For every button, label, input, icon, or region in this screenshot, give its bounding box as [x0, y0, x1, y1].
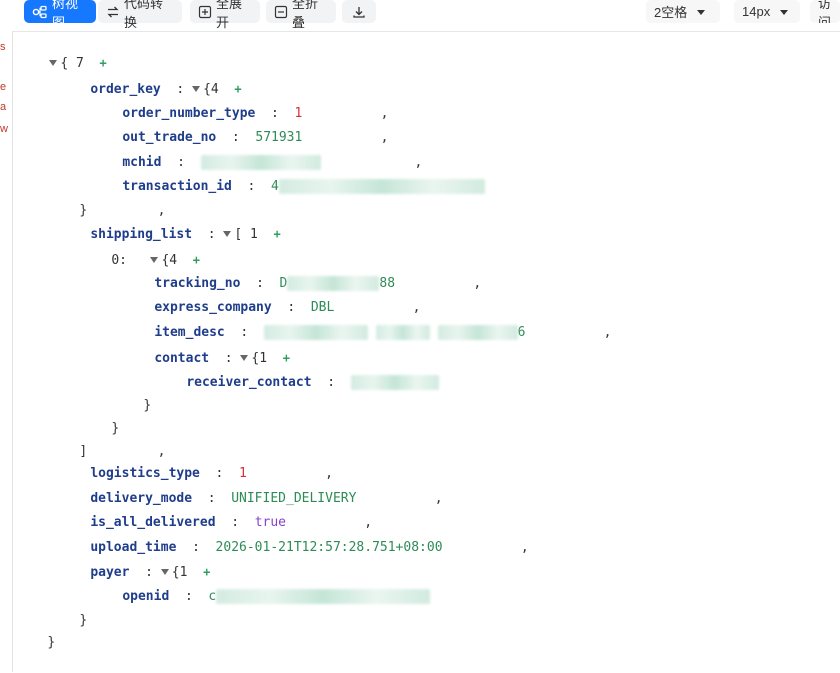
tree-row-close-item: }	[80, 399, 119, 436]
redacted-value	[350, 375, 439, 390]
redacted-value	[278, 179, 485, 194]
visit-button[interactable]: 访问	[810, 0, 840, 23]
tree-row-mchid: mchid : ,	[91, 133, 422, 170]
tree-row-item-desc: item_desc : 6 ,	[123, 303, 612, 340]
json-tree: { 7 + order_key : {4 + order_number_type…	[0, 31, 840, 672]
code-convert-label: 代码转换	[124, 0, 164, 30]
tree-row-order-number-type: order_number_type : 1 ,	[91, 84, 388, 121]
code-convert-button[interactable]: 代码转换	[98, 0, 182, 30]
colon: :	[327, 375, 336, 390]
json-key[interactable]: openid	[122, 589, 169, 604]
collapse-all-label: 全折叠	[292, 0, 319, 30]
tree-row-close-contact: }	[112, 376, 151, 413]
redacted-value	[437, 325, 518, 340]
toolbar: 树视图 代码转换 全展开 全折叠 2空格 14px 访问	[0, 0, 840, 32]
tree-row-close-root: }	[16, 613, 55, 650]
font-size-value: 14px	[742, 4, 771, 19]
tree-row-root: { 7 +	[18, 33, 107, 71]
expand-all-button[interactable]: 全展开	[190, 0, 260, 30]
tree-row-transaction-id: transaction_id : 4	[91, 157, 485, 194]
download-button[interactable]	[342, 0, 376, 23]
collapse-caret-icon[interactable]	[49, 59, 58, 66]
tree-icon	[32, 5, 48, 19]
redacted-value	[375, 325, 430, 340]
tree-row-index-0: 0: {4 +	[80, 230, 200, 268]
tree-row-delivery-mode: delivery_mode : UNIFIED_DELIVERY ,	[59, 469, 442, 506]
chevron-down-icon	[697, 4, 706, 19]
redacted-value	[216, 589, 431, 604]
tree-row-order-key: order_key : {4 +	[59, 59, 241, 97]
json-value-string[interactable]: c	[208, 589, 216, 604]
tree-view-label: 树视图	[52, 0, 79, 30]
comma: ,	[434, 491, 443, 506]
comma: ,	[603, 325, 612, 340]
indent-value: 2空格	[654, 5, 688, 20]
tree-row-logistics-type: logistics_type : 1 ,	[59, 444, 333, 481]
swap-icon	[106, 5, 120, 19]
download-icon	[352, 5, 366, 19]
tree-row-shipping-list: shipping_list : [ 1 +	[59, 204, 280, 242]
tree-row-express-company: express_company : DBL ,	[123, 278, 420, 315]
tree-row-tracking-no: tracking_no : D 88 ,	[123, 254, 481, 291]
colon: :	[184, 589, 193, 604]
collapse-all-button[interactable]: 全折叠	[266, 0, 336, 30]
visit-label: 访问	[818, 0, 832, 23]
tree-row-close-shipping-list: ] ,	[48, 422, 165, 459]
chevron-down-icon	[780, 4, 789, 19]
tree-row-close-payer: }	[48, 591, 87, 628]
tree-row-is-all-delivered: is_all_delivered : true ,	[59, 493, 372, 530]
tree-view-button[interactable]: 树视图	[24, 0, 96, 30]
close-brace: }	[47, 635, 56, 650]
colon: :	[207, 227, 216, 242]
collapse-square-icon	[274, 5, 288, 19]
close-brace: }	[143, 398, 152, 413]
close-brace: }	[79, 613, 88, 628]
item-count: 1	[250, 227, 258, 242]
expand-all-label: 全展开	[216, 0, 243, 30]
json-value-string[interactable]: 2026-01-21T12:57:28.751+08:00	[216, 540, 443, 555]
font-size-select[interactable]: 14px	[734, 0, 800, 23]
tree-row-contact: contact : {1 +	[123, 328, 290, 366]
json-value-string[interactable]: 4	[271, 179, 279, 194]
tree-row-payer: payer : {1 +	[59, 542, 210, 580]
tree-row-close-order-key: } ,	[48, 181, 165, 218]
json-key[interactable]: receiver_contact	[186, 375, 311, 390]
collapse-caret-icon[interactable]	[223, 230, 232, 237]
tree-row-out-trade-no: out_trade_no : 571931 ,	[91, 108, 388, 145]
comma: ,	[520, 540, 529, 555]
comma: ,	[473, 276, 482, 291]
expand-square-icon	[198, 5, 212, 19]
tree-row-upload-time: upload_time : 2026-01-21T12:57:28.751+08…	[59, 518, 528, 555]
add-icon[interactable]: +	[274, 227, 281, 241]
tree-row-openid: openid : c	[91, 567, 431, 604]
tree-row-receiver-contact: receiver_contact :	[155, 353, 439, 390]
indent-select[interactable]: 2空格	[646, 0, 720, 23]
